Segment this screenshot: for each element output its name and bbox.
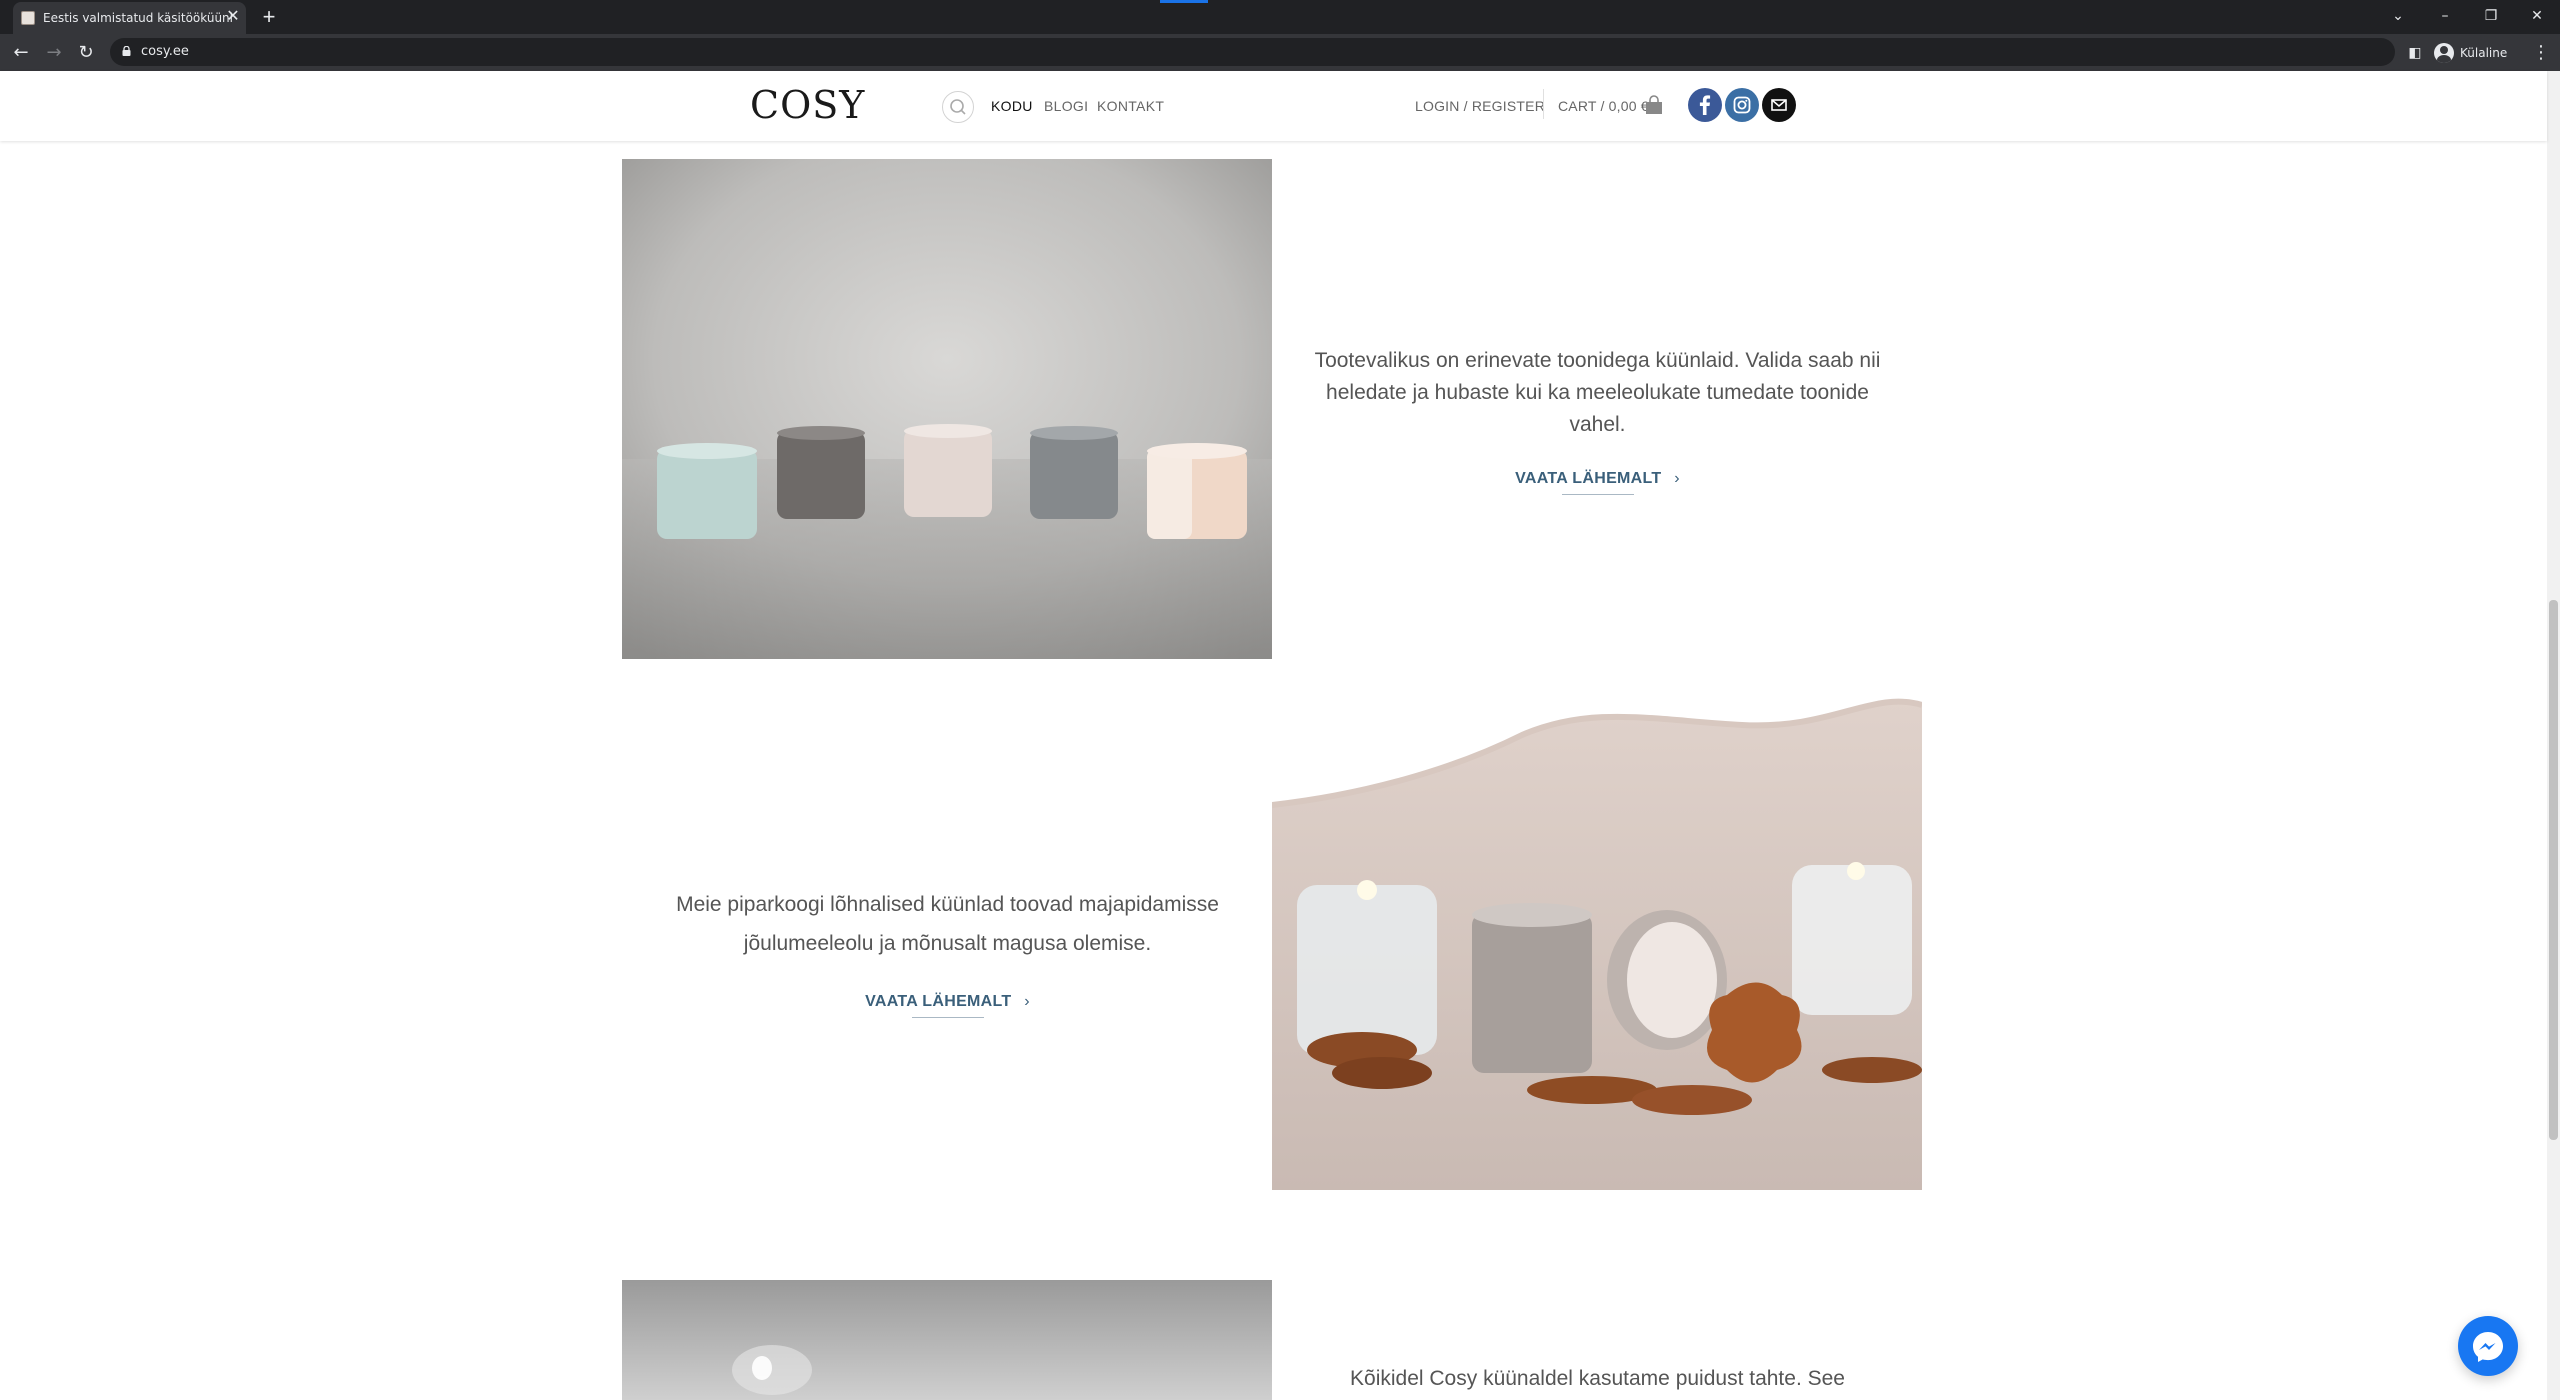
site-header: COSY KODU BLOGI KONTAKT LOGIN / REGISTER… — [0, 71, 2547, 141]
site-logo[interactable]: COSY — [750, 83, 865, 127]
cart-bag-icon[interactable] — [1645, 95, 1663, 115]
new-tab-button[interactable]: + — [256, 5, 282, 29]
messenger-icon — [2473, 1332, 2503, 1362]
facebook-button[interactable] — [1688, 88, 1722, 122]
browser-tab-bar: Eestis valmistatud käsitööküünlad ✕ + ⌄ … — [0, 0, 2560, 34]
cart-link[interactable]: CART / 0,00 € — [1558, 98, 1649, 114]
section-1-text: Tootevalikus on erinevate toonidega küün… — [1314, 349, 1881, 436]
side-panel-icon[interactable]: ◧ — [2402, 40, 2428, 66]
url-text: cosy.ee — [141, 44, 189, 59]
tab-accent-bar — [1160, 0, 1208, 3]
section-3-text: Kõikidel Cosy küünaldel kasutame puidust… — [1350, 1367, 1845, 1390]
close-window-button[interactable]: ✕ — [2524, 4, 2550, 28]
messenger-chat-button[interactable] — [2458, 1316, 2518, 1376]
profile-button[interactable]: Külaline — [2434, 40, 2507, 66]
link-underline — [1561, 494, 1634, 495]
section-1-link-label: VAATA LÄHEMALT — [1515, 470, 1662, 487]
section-1-link[interactable]: VAATA LÄHEMALT › — [1490, 470, 1705, 495]
wooden-wick-photo — [622, 1280, 1272, 1400]
email-button[interactable] — [1762, 88, 1796, 122]
avatar-icon — [2434, 43, 2454, 63]
search-button[interactable] — [942, 91, 974, 123]
header-divider — [1543, 89, 1544, 119]
favicon-icon — [21, 11, 35, 25]
login-register-link[interactable]: LOGIN / REGISTER — [1415, 98, 1545, 114]
gingerbread-candles-photo — [1272, 695, 1922, 1190]
lock-icon — [122, 46, 131, 56]
section-2-link[interactable]: VAATA LÄHEMALT › — [840, 993, 1055, 1018]
candles-colors-photo — [622, 159, 1272, 659]
browser-tab[interactable]: Eestis valmistatud käsitööküünlad ✕ — [13, 2, 246, 34]
search-icon — [950, 99, 966, 115]
forward-button[interactable]: → — [41, 40, 67, 66]
nav-item-blogi[interactable]: BLOGI — [1044, 98, 1088, 114]
minimize-button[interactable]: – — [2432, 4, 2458, 28]
profile-name: Külaline — [2460, 46, 2508, 60]
email-icon — [1771, 99, 1787, 111]
instagram-button[interactable] — [1725, 88, 1759, 122]
chevron-right-icon: › — [1024, 993, 1030, 1010]
section-2-link-label: VAATA LÄHEMALT — [865, 993, 1012, 1010]
menu-kebab-icon[interactable]: ⋮ — [2528, 40, 2554, 66]
section-2-text: Meie piparkoogi lõhnalised küünlad toova… — [676, 893, 1219, 955]
address-bar[interactable]: cosy.ee — [110, 38, 2395, 66]
facebook-icon — [1699, 95, 1711, 115]
close-tab-icon[interactable]: ✕ — [223, 7, 243, 27]
restore-button[interactable]: ❐ — [2478, 4, 2504, 28]
link-underline — [911, 1017, 984, 1018]
chevron-right-icon: › — [1674, 470, 1680, 487]
scrollbar-thumb[interactable] — [2549, 600, 2558, 1140]
reload-button[interactable]: ↻ — [73, 40, 99, 66]
tab-title: Eestis valmistatud käsitööküünlad — [43, 11, 233, 25]
browser-toolbar: ← → ↻ cosy.ee ◧ Külaline ⋮ — [0, 34, 2560, 71]
back-button[interactable]: ← — [8, 40, 34, 66]
nav-item-kontakt[interactable]: KONTAKT — [1097, 98, 1164, 114]
instagram-icon — [1733, 96, 1751, 114]
tab-search-icon[interactable]: ⌄ — [2385, 4, 2411, 28]
nav-item-kodu[interactable]: KODU — [991, 98, 1033, 114]
